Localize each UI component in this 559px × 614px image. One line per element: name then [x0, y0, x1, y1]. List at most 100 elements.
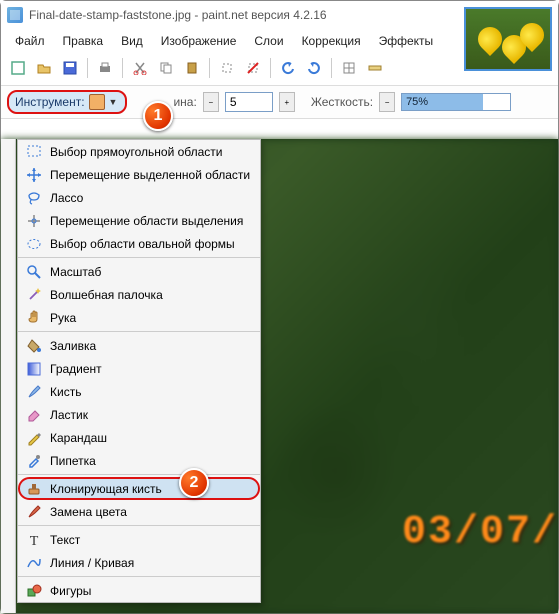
- move-selection-icon: [26, 213, 42, 229]
- tool-menu-item-hand[interactable]: Рука: [18, 306, 260, 329]
- new-button[interactable]: [7, 57, 29, 79]
- pencil-icon: [26, 430, 42, 446]
- tool-menu-item-zoom[interactable]: Масштаб: [18, 260, 260, 283]
- line-icon: [26, 555, 42, 571]
- tool-menu-item-brush[interactable]: Кисть: [18, 380, 260, 403]
- tool-selector-button[interactable]: Инструмент: ▼: [7, 90, 127, 114]
- gradient-icon: [26, 361, 42, 377]
- deselect-button[interactable]: [242, 57, 264, 79]
- tool-menu-item-label: Волшебная палочка: [50, 288, 163, 302]
- clone-stamp-icon: [89, 94, 105, 110]
- tool-menu-item-label: Кисть: [50, 385, 81, 399]
- separator: [122, 58, 123, 78]
- svg-text:T: T: [30, 534, 39, 548]
- text-icon: T: [26, 532, 42, 548]
- tool-menu-item-bucket[interactable]: Заливка: [18, 334, 260, 357]
- undo-button[interactable]: [277, 57, 299, 79]
- tool-menu-item-lasso[interactable]: Лассо: [18, 186, 260, 209]
- menu-file[interactable]: Файл: [7, 31, 53, 51]
- tool-menu-item-recolor[interactable]: Замена цвета: [18, 500, 260, 523]
- tool-selector-label: Инструмент:: [15, 95, 85, 109]
- tool-menu-item-label: Замена цвета: [50, 505, 127, 519]
- window-title: Final-date-stamp-faststone.jpg - paint.n…: [29, 8, 327, 22]
- app-icon: [7, 7, 23, 23]
- move-sel-icon: [26, 167, 42, 183]
- tool-menu-item-gradient[interactable]: Градиент: [18, 357, 260, 380]
- width-decrease-button[interactable]: −: [203, 92, 219, 112]
- tool-menu-item-label: Пипетка: [50, 454, 96, 468]
- tool-menu-item-eraser[interactable]: Ластик: [18, 403, 260, 426]
- menu-adjust[interactable]: Коррекция: [294, 31, 369, 51]
- separator: [270, 58, 271, 78]
- menu-view[interactable]: Вид: [113, 31, 151, 51]
- eyedropper-icon: [26, 453, 42, 469]
- tool-menu-item-label: Заливка: [50, 339, 96, 353]
- tool-menu-item-eyedropper[interactable]: Пипетка: [18, 449, 260, 472]
- tool-menu-item-text[interactable]: TТекст: [18, 528, 260, 551]
- grid-button[interactable]: [338, 57, 360, 79]
- menu-separator: [18, 525, 260, 526]
- tool-options-bar: Инструмент: ▼ 1 ина: − + Жесткость: − 75…: [1, 86, 558, 119]
- tool-menu-item-label: Клонирующая кисть: [50, 482, 162, 496]
- menu-separator: [18, 257, 260, 258]
- tool-menu-item-label: Ластик: [50, 408, 88, 422]
- separator: [209, 58, 210, 78]
- cut-button[interactable]: [129, 57, 151, 79]
- copy-button[interactable]: [155, 57, 177, 79]
- shapes-icon: [26, 583, 42, 599]
- redo-button[interactable]: [303, 57, 325, 79]
- menu-image[interactable]: Изображение: [153, 31, 245, 51]
- zoom-icon: [26, 264, 42, 280]
- tool-menu-item-label: Фигуры: [50, 584, 91, 598]
- menu-layers[interactable]: Слои: [246, 31, 291, 51]
- chevron-down-icon: ▼: [109, 97, 118, 107]
- tool-menu-item-move-sel[interactable]: Перемещение выделенной области: [18, 163, 260, 186]
- open-button[interactable]: [33, 57, 55, 79]
- annotation-marker-1: 1: [143, 101, 173, 131]
- separator: [331, 58, 332, 78]
- hardness-slider[interactable]: 75%: [401, 93, 511, 111]
- ruler-button[interactable]: [364, 57, 386, 79]
- tool-menu-item-wand[interactable]: Волшебная палочка: [18, 283, 260, 306]
- menu-separator: [18, 474, 260, 475]
- image-thumbnail[interactable]: [464, 7, 552, 71]
- tool-menu-item-label: Градиент: [50, 362, 102, 376]
- print-button[interactable]: [94, 57, 116, 79]
- tool-menu-item-label: Масштаб: [50, 265, 101, 279]
- hardness-decrease-button[interactable]: −: [379, 92, 395, 112]
- tool-menu-item-label: Выбор прямоугольной области: [50, 145, 223, 159]
- lasso-icon: [26, 190, 42, 206]
- rect-select-icon: [26, 144, 42, 160]
- hand-icon: [26, 310, 42, 326]
- brush-width-input[interactable]: [225, 92, 273, 112]
- width-increase-button[interactable]: +: [279, 92, 295, 112]
- wand-icon: [26, 287, 42, 303]
- menu-effects[interactable]: Эффекты: [371, 31, 442, 51]
- tool-menu-item-label: Рука: [50, 311, 76, 325]
- clone-stamp-icon: [26, 481, 42, 497]
- tool-menu-item-line[interactable]: Линия / Кривая: [18, 551, 260, 574]
- tool-menu-item-label: Выбор области овальной формы: [50, 237, 235, 251]
- brush-width-label: ина:: [173, 95, 196, 109]
- tool-menu-item-rect-select[interactable]: Выбор прямоугольной области: [18, 140, 260, 163]
- menu-edit[interactable]: Правка: [55, 31, 112, 51]
- tool-menu-item-shapes[interactable]: Фигуры: [18, 579, 260, 602]
- tool-menu-item-move-selection[interactable]: Перемещение области выделения: [18, 209, 260, 232]
- tool-menu-item-pencil[interactable]: Карандаш: [18, 426, 260, 449]
- paste-button[interactable]: [181, 57, 203, 79]
- save-button[interactable]: [59, 57, 81, 79]
- recolor-icon: [26, 504, 42, 520]
- brush-icon: [26, 384, 42, 400]
- tool-menu-item-label: Карандаш: [50, 431, 107, 445]
- crop-button[interactable]: [216, 57, 238, 79]
- tool-menu-item-label: Перемещение выделенной области: [50, 168, 250, 182]
- tool-menu-item-label: Линия / Кривая: [50, 556, 134, 570]
- tool-menu-item-clone-stamp[interactable]: Клонирующая кисть: [18, 477, 260, 500]
- eraser-icon: [26, 407, 42, 423]
- menu-separator: [18, 576, 260, 577]
- bucket-icon: [26, 338, 42, 354]
- tool-menu-item-ellipse-select[interactable]: Выбор области овальной формы: [18, 232, 260, 255]
- menu-separator: [18, 331, 260, 332]
- left-toolstrip: [1, 139, 16, 613]
- hardness-label: Жесткость:: [311, 95, 373, 109]
